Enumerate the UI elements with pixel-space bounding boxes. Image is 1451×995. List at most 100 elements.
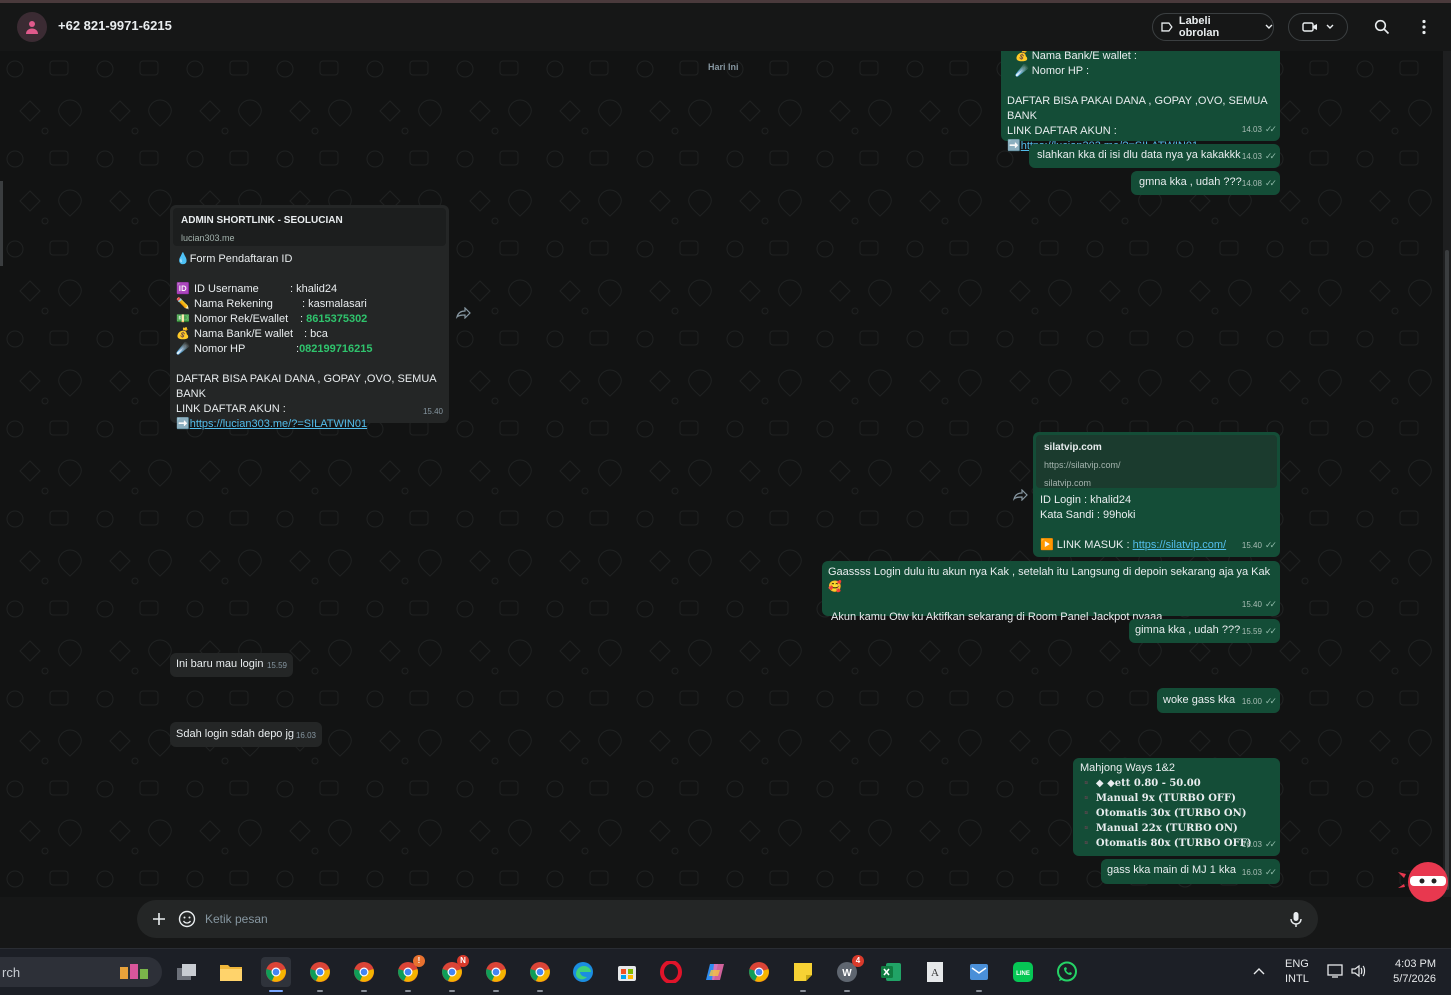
- language-code: ENG: [1285, 958, 1309, 970]
- scrollbar-thumb[interactable]: [1445, 250, 1449, 890]
- task-view-button[interactable]: [172, 957, 202, 987]
- message-outgoing[interactable]: 💰 Nama Bank/E wallet : ☄️ Nomor HP : DAF…: [1001, 51, 1280, 152]
- forward-icon[interactable]: [455, 307, 471, 319]
- form-row: 💰 Nama Bank/E wallet: bca: [176, 327, 443, 342]
- taskbar-whatsapp-business[interactable]: W 4: [832, 955, 864, 992]
- date-chip: Hari Ini: [708, 62, 739, 72]
- taskbar-opera[interactable]: [656, 957, 686, 987]
- forward-icon[interactable]: [1012, 489, 1028, 501]
- taskbar-text-editor[interactable]: A: [920, 957, 950, 987]
- message-line: ▪️ Otomatis 30x (TURBO ON): [1080, 808, 1247, 819]
- taskbar-copilot[interactable]: [700, 957, 730, 987]
- taskbar-edge[interactable]: [568, 957, 598, 987]
- message-outgoing[interactable]: gimna kka , udah ??? 15.59 ✓✓: [1129, 619, 1280, 643]
- language-indicator[interactable]: ENG INTL: [1285, 957, 1309, 987]
- message-line: 💰 Nama Bank/E wallet :: [1015, 51, 1137, 62]
- video-call-button[interactable]: [1288, 13, 1348, 41]
- chrome-icon: [486, 962, 506, 982]
- message-outgoing[interactable]: gass kka main di MJ 1 kka 16.03 ✓✓: [1101, 859, 1280, 884]
- message-outgoing[interactable]: gmna kka , udah ??? 14.08 ✓✓: [1131, 171, 1280, 195]
- message-line: ▪️ ◆ ◆ett 0.80 - 50.00: [1080, 778, 1201, 789]
- message-line: ▪️ Manual 22x (TURBO ON): [1080, 823, 1238, 834]
- message-incoming[interactable]: Sdah login sdah depo jg 16.03: [170, 722, 322, 747]
- taskbar-search[interactable]: rch: [0, 957, 162, 987]
- message-outgoing[interactable]: Mahjong Ways 1&2 ▪️ ◆ ◆ett 0.80 - 50.00 …: [1073, 758, 1280, 856]
- taskbar-line[interactable]: LINE: [1008, 957, 1038, 987]
- message-time: 16.03: [1241, 840, 1262, 849]
- message-input[interactable]: [205, 906, 1265, 932]
- form-value[interactable]: 8615375302: [306, 312, 367, 327]
- message-outgoing[interactable]: Gaassss Login dulu itu akun nya Kak , se…: [822, 561, 1280, 623]
- chevron-up-icon[interactable]: [1253, 967, 1265, 975]
- taskbar-whatsapp[interactable]: [1052, 957, 1082, 987]
- taskbar-chrome-8[interactable]: [744, 957, 774, 987]
- taskbar-chrome-5[interactable]: N: [437, 955, 469, 992]
- search-button[interactable]: [1370, 15, 1394, 39]
- message-incoming[interactable]: ADMIN SHORTLINK - SEOLUCIAN lucian303.me…: [170, 205, 449, 430]
- form-sep: :: [290, 283, 294, 295]
- whatsapp-window: +62 821-9971-6215 Labeli obrolan Hari In…: [0, 0, 1451, 948]
- system-clock[interactable]: 4:03 PM 5/7/2026: [1380, 957, 1436, 987]
- message-link[interactable]: https://silatvip.com/: [1133, 539, 1227, 551]
- link-preview[interactable]: silatvip.com https://silatvip.com/ silat…: [1036, 435, 1277, 488]
- volume-icon[interactable]: [1350, 963, 1366, 979]
- taskbar-store[interactable]: [612, 957, 642, 987]
- microphone-icon[interactable]: [1286, 909, 1306, 929]
- chat-area[interactable]: Hari Ini 💰 Nama Bank/E wallet : ☄️ Nomor…: [0, 51, 1443, 897]
- notification-badge: N: [457, 955, 469, 967]
- chevron-down-icon: [1326, 24, 1334, 29]
- search-icon: [1374, 19, 1390, 35]
- message-outgoing[interactable]: slahkan kka di isi dlu data nya ya kakak…: [1029, 144, 1280, 168]
- clock-time: 4:03 PM: [1395, 958, 1436, 970]
- taskbar-chrome-4[interactable]: !: [393, 955, 425, 992]
- taskbar-chrome-1[interactable]: [261, 957, 291, 992]
- left-scroll-indicator: [0, 181, 3, 266]
- plus-icon[interactable]: [149, 909, 169, 929]
- excel-icon: [881, 963, 901, 981]
- form-sep: :: [302, 298, 306, 310]
- taskbar-chrome-6[interactable]: [481, 957, 511, 992]
- message-outgoing[interactable]: woke gass kka 16.00 ✓✓: [1157, 688, 1280, 713]
- taskbar-chrome-3[interactable]: [349, 957, 379, 992]
- ninja-mascot-icon[interactable]: [1398, 860, 1450, 904]
- avatar[interactable]: [17, 12, 47, 42]
- form-value: khalid24: [296, 283, 338, 295]
- taskbar-excel[interactable]: [876, 957, 906, 987]
- label-chat-button[interactable]: Labeli obrolan: [1152, 13, 1274, 41]
- message-link[interactable]: https://lucian303.me/?=SILATWIN01: [190, 418, 367, 430]
- network-icon[interactable]: [1327, 963, 1345, 979]
- message-meta: 14.03 ✓✓: [1242, 122, 1277, 137]
- folder-icon: [220, 965, 242, 981]
- sticker-emoji-icon[interactable]: [177, 909, 197, 929]
- message-incoming[interactable]: Ini baru mau login 15.59: [170, 653, 293, 677]
- menu-button[interactable]: [1412, 15, 1436, 39]
- double-check-icon: ✓✓: [1264, 599, 1277, 609]
- taskbar-chrome-7[interactable]: [525, 957, 555, 992]
- form-value: bca: [310, 328, 328, 340]
- taskbar-file-explorer[interactable]: [216, 957, 246, 987]
- form-value[interactable]: 082199716215: [299, 342, 372, 357]
- line-icon: LINE: [1013, 962, 1033, 982]
- message-text: LINK DAFTAR AKUN :: [1007, 125, 1117, 137]
- double-check-icon: ✓✓: [1264, 867, 1277, 877]
- label-icon: [1161, 22, 1173, 32]
- label-chat-text: Labeli obrolan: [1178, 15, 1220, 39]
- message-time: 15.40: [1241, 541, 1262, 550]
- copilot-icon: [706, 964, 724, 980]
- notification-badge: !: [413, 955, 425, 967]
- contact-name[interactable]: +62 821-9971-6215: [58, 18, 172, 33]
- taskbar-chrome-2[interactable]: [305, 957, 335, 992]
- message-time: 16.03: [1241, 868, 1262, 877]
- edge-icon: [573, 962, 593, 982]
- form-row: 🆔 ID Username: khalid24: [176, 282, 443, 297]
- message-text: woke gass kka: [1163, 694, 1236, 706]
- message-meta: 14.08 ✓✓: [1242, 176, 1277, 191]
- taskbar-mail[interactable]: [964, 957, 994, 992]
- message-line: 💧Form Pendaftaran ID: [176, 253, 293, 265]
- message-text: Kata Sandi : 99hoki: [1040, 509, 1136, 521]
- link-preview[interactable]: ADMIN SHORTLINK - SEOLUCIAN lucian303.me: [173, 208, 446, 246]
- message-outgoing[interactable]: silatvip.com https://silatvip.com/ silat…: [1033, 432, 1280, 557]
- taskbar-sticky-notes[interactable]: [788, 957, 818, 992]
- message-time: 15.59: [266, 661, 287, 670]
- message-line: Gaassss Login dulu itu akun nya Kak , se…: [828, 566, 1271, 593]
